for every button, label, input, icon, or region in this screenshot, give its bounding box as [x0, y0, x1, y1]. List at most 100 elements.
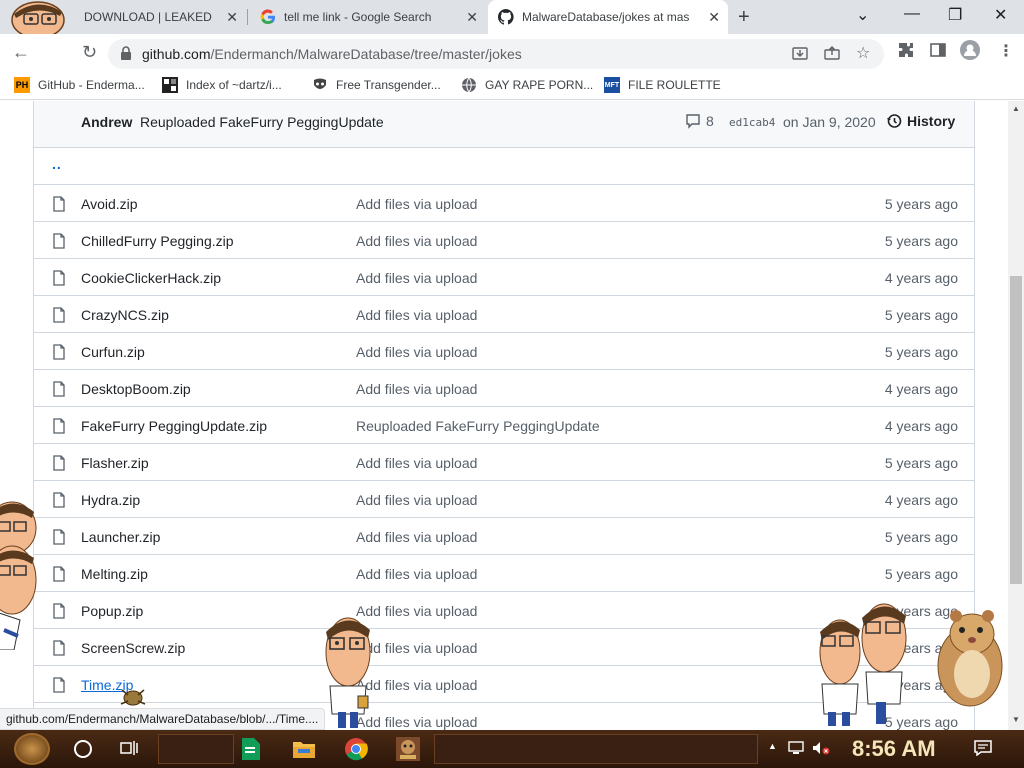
tab-title: DOWNLOAD | LEAKED: [84, 10, 212, 24]
task-view-icon[interactable]: [120, 740, 138, 761]
file-explorer-icon[interactable]: [292, 737, 316, 761]
file-name-link[interactable]: Avoid.zip: [81, 196, 138, 212]
file-name-link[interactable]: CrazyNCS.zip: [81, 307, 169, 323]
file-name-link[interactable]: DesktopBoom.zip: [81, 381, 191, 397]
file-age: 5 years ago: [884, 307, 958, 323]
tab-strip: DOWNLOAD | LEAKED ✕ tell me link - Googl…: [0, 0, 1024, 34]
file-row[interactable]: CrazyNCS.zip Add files via upload 5 years …: [34, 296, 974, 333]
file-name-link[interactable]: Launcher.zip: [81, 529, 160, 545]
scroll-up-arrow-icon[interactable]: ▲: [1012, 104, 1020, 113]
profile-avatar-icon[interactable]: [960, 40, 980, 63]
file-commit-message[interactable]: Add files via upload: [356, 270, 477, 286]
chrome-icon[interactable]: [344, 737, 368, 761]
scrollbar-thumb[interactable]: [1010, 276, 1022, 584]
file-commit-message[interactable]: Reuploaded FakeFurry PeggingUpdate: [356, 418, 600, 434]
share-icon[interactable]: [824, 45, 840, 64]
file-commit-message[interactable]: Add files via upload: [356, 344, 477, 360]
file-icon: [51, 307, 67, 326]
url-path: /Endermanch/MalwareDatabase/tree/master/…: [210, 46, 522, 62]
install-app-icon[interactable]: [792, 45, 808, 64]
close-tab-icon[interactable]: ✕: [226, 9, 238, 26]
file-name-link[interactable]: CookieClickerHack.zip: [81, 270, 221, 286]
search-circle-icon[interactable]: [74, 740, 92, 758]
file-commit-message[interactable]: Add files via upload: [356, 381, 477, 397]
github-icon: [498, 9, 514, 25]
file-row[interactable]: Hydra.zip Add files via upload 4 years ago: [34, 481, 974, 518]
notification-center-icon[interactable]: [974, 740, 992, 759]
bookmark-file-roulette[interactable]: MFT FILE ROULETTE: [604, 77, 721, 93]
restore-icon[interactable]: ❐: [948, 5, 962, 25]
commit-message[interactable]: Reuploaded FakeFurry PeggingUpdate: [140, 114, 384, 130]
url-text[interactable]: github.com/Endermanch/MalwareDatabase/tr…: [142, 46, 522, 62]
file-name-link[interactable]: Hydra.zip: [81, 492, 140, 508]
hank-hill-favicon-icon: [8, 1, 65, 34]
commit-author[interactable]: Andrew: [81, 114, 132, 130]
file-commit-message[interactable]: Add files via upload: [356, 566, 477, 582]
file-commit-message[interactable]: Add files via upload: [356, 307, 477, 323]
close-tab-icon[interactable]: ✕: [466, 9, 478, 26]
network-icon[interactable]: [788, 741, 804, 758]
file-commit-message[interactable]: Add files via upload: [356, 455, 477, 471]
file-commit-message[interactable]: Add files via upload: [356, 196, 477, 212]
bookmark-index-dartz[interactable]: Index of ~dartz/i...: [162, 77, 282, 93]
file-name-link[interactable]: ChilledFurry Pegging.zip: [81, 233, 234, 249]
link-status-url: github.com/Endermanch/MalwareDatabase/bl…: [0, 708, 326, 730]
file-name-link[interactable]: ScreenScrew.zip: [81, 640, 185, 656]
tab-google-search[interactable]: tell me link - Google Search ✕: [250, 0, 486, 34]
close-tab-icon[interactable]: ✕: [708, 9, 720, 26]
kebab-menu-icon[interactable]: ⋮: [998, 41, 1014, 61]
close-window-icon[interactable]: ✕: [994, 5, 1007, 25]
page-scrollbar[interactable]: ▲ ▼: [1008, 101, 1024, 730]
bonzi-app-icon[interactable]: [396, 737, 420, 761]
file-row[interactable]: Melting.zip Add files via upload 5 years a…: [34, 555, 974, 592]
taskbar-groove-left: [158, 734, 234, 764]
scroll-down-arrow-icon[interactable]: ▼: [1012, 715, 1020, 724]
file-row[interactable]: Flasher.zip Add files via upload 5 years a…: [34, 444, 974, 481]
bookmark-github[interactable]: PH GitHub - Enderma...: [14, 77, 145, 93]
commit-comments[interactable]: 8: [685, 113, 714, 129]
reload-icon[interactable]: ↻: [82, 42, 97, 63]
lock-icon[interactable]: [120, 46, 132, 65]
file-name-link[interactable]: Curfun.zip: [81, 344, 145, 360]
file-row[interactable]: Avoid.zip Add files via upload 5 years ago: [34, 185, 974, 222]
parent-directory-row[interactable]: ..: [34, 148, 974, 185]
tab-download-leaked[interactable]: DOWNLOAD | LEAKED ✕: [0, 0, 246, 34]
minimize-icon[interactable]: —: [904, 5, 920, 23]
bookmark-globe-link[interactable]: GAY RAPE PORN...: [461, 77, 593, 93]
file-name-link[interactable]: Melting.zip: [81, 566, 148, 582]
history-clock-icon: [887, 114, 902, 128]
bookmark-free-transgender[interactable]: Free Transgender...: [312, 77, 441, 93]
bookmark-star-icon[interactable]: ☆: [856, 43, 870, 63]
file-row[interactable]: ChilledFurry Pegging.zip Add files via up…: [34, 222, 974, 259]
file-row[interactable]: FakeFurry PeggingUpdate.zip Reuploaded Fa…: [34, 407, 974, 444]
file-name-link[interactable]: Popup.zip: [81, 603, 143, 619]
file-row[interactable]: CookieClickerHack.zip Add files via uploa…: [34, 259, 974, 296]
volume-muted-icon[interactable]: [812, 741, 830, 758]
commit-sha[interactable]: ed1cab4: [729, 116, 775, 129]
google-g-icon: [260, 9, 276, 25]
bookmark-label: GAY RAPE PORN...: [485, 78, 594, 92]
file-commit-message[interactable]: Add files via upload: [356, 529, 477, 545]
address-bar[interactable]: github.com/Endermanch/MalwareDatabase/tr…: [108, 39, 884, 69]
tray-overflow-chevron-icon[interactable]: ▲: [768, 741, 777, 751]
extensions-puzzle-icon[interactable]: [898, 42, 914, 61]
start-button[interactable]: [14, 733, 50, 765]
file-row[interactable]: Launcher.zip Add files via upload 5 years …: [34, 518, 974, 555]
file-commit-message[interactable]: Add files via upload: [356, 492, 477, 508]
side-panel-icon[interactable]: [930, 42, 946, 61]
new-tab-plus-icon[interactable]: +: [738, 6, 750, 29]
history-link[interactable]: History: [886, 113, 955, 129]
comment-icon: [686, 114, 700, 129]
file-name-link[interactable]: FakeFurry PeggingUpdate.zip: [81, 418, 267, 434]
taskbar-groove-right: [434, 734, 758, 764]
file-row[interactable]: DesktopBoom.zip Add files via upload 4 yea…: [34, 370, 974, 407]
sheets-app-icon[interactable]: [238, 737, 262, 761]
tab-malware-database[interactable]: MalwareDatabase/jokes at mas ✕: [488, 0, 728, 34]
tab-search-chevron-icon[interactable]: ⌄: [856, 5, 869, 25]
file-name-link[interactable]: Flasher.zip: [81, 455, 149, 471]
back-arrow-icon[interactable]: ←: [12, 42, 30, 63]
parent-directory-link[interactable]: ..: [52, 156, 62, 172]
taskbar-clock[interactable]: 8:56 AM: [852, 736, 936, 762]
file-row[interactable]: Curfun.zip Add files via upload 5 years ag…: [34, 333, 974, 370]
file-commit-message[interactable]: Add files via upload: [356, 233, 477, 249]
